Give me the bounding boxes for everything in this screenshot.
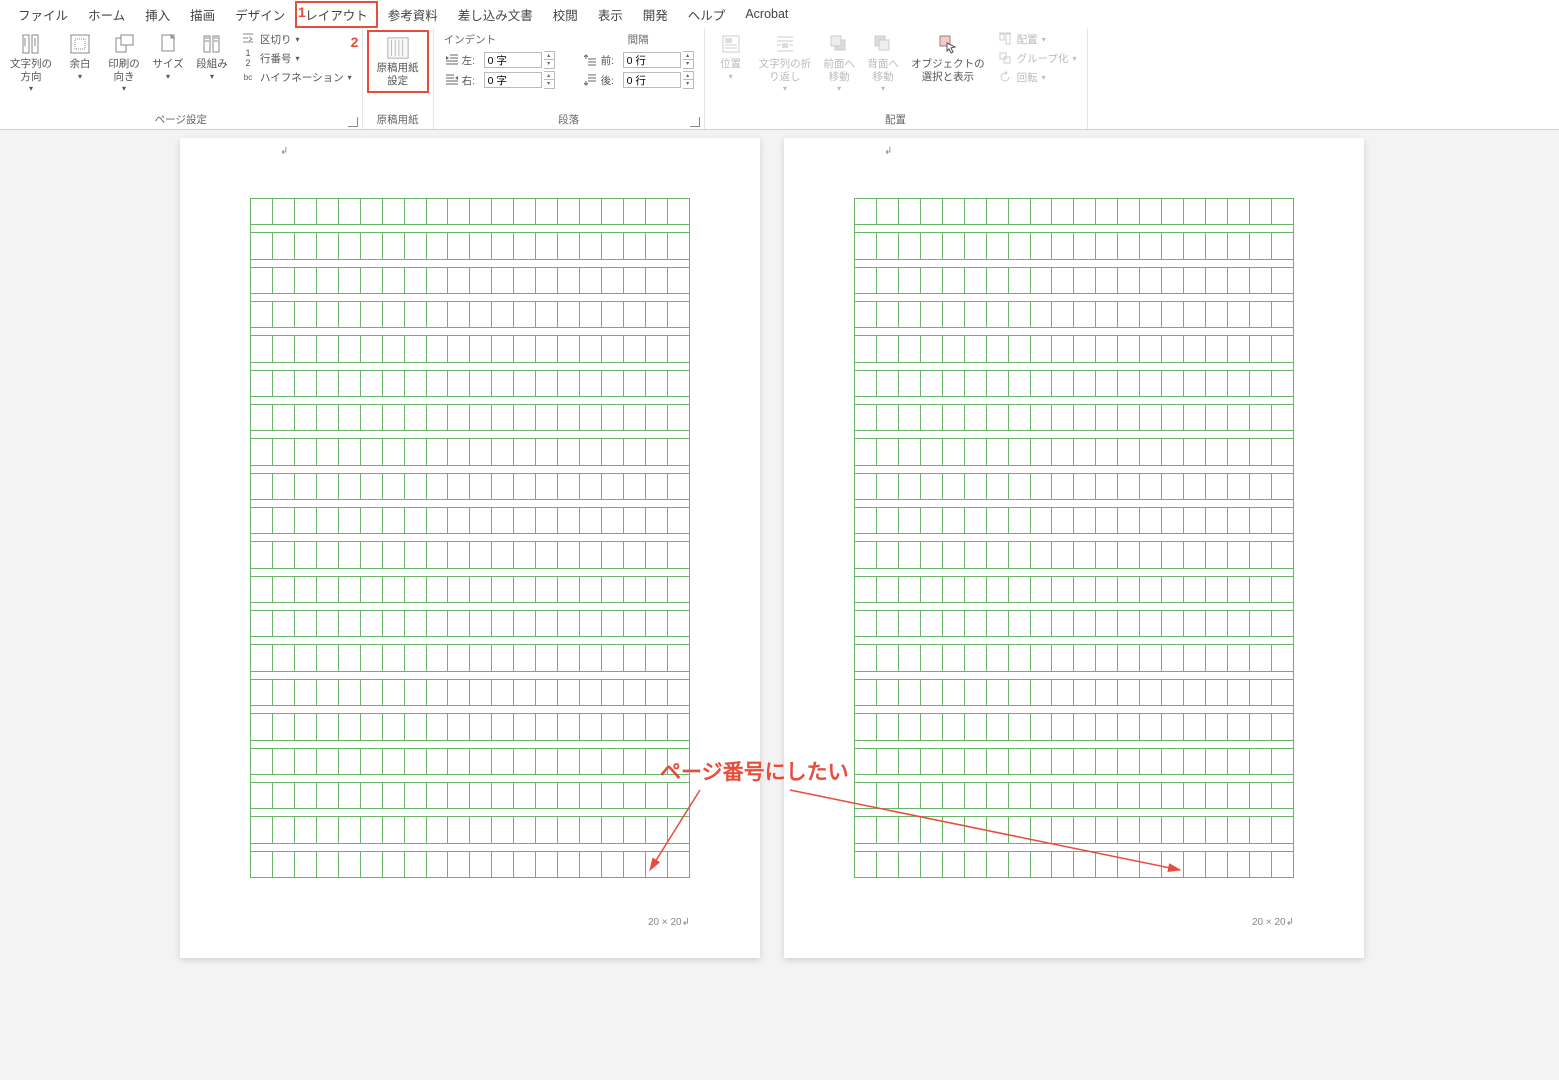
- genko-grid-2: [854, 198, 1294, 878]
- ribbon-group-paragraph: インデント 左: ▴▾ 右: ▴▾ 間隔 前:: [434, 28, 705, 129]
- orientation-icon: [112, 32, 136, 56]
- spacing-after-input[interactable]: [623, 72, 681, 88]
- page-2[interactable]: ↲ 20 × 20↲: [784, 138, 1364, 958]
- spacing-before-row: 前: ▴▾: [583, 51, 694, 69]
- columns-button[interactable]: 段組み ▾: [190, 30, 234, 83]
- wrap-text-icon: [773, 32, 797, 56]
- line-numbers-button[interactable]: 12 行番号▾: [238, 49, 354, 67]
- margins-button[interactable]: 余白 ▾: [58, 30, 102, 83]
- send-backward-icon: [871, 32, 895, 56]
- indent-left-spinner[interactable]: ▴▾: [544, 51, 555, 69]
- wrap-text-button: 文字列の折 り返し▾: [753, 30, 818, 95]
- breaks-icon: [240, 31, 256, 47]
- menu-help[interactable]: ヘルプ: [678, 1, 736, 28]
- indent-left-input[interactable]: [484, 52, 542, 68]
- position-button: 位置▾: [709, 30, 753, 83]
- align-icon: [997, 31, 1013, 47]
- ribbon-group-genko: 2 原稿用紙 設定 原稿用紙: [363, 28, 434, 129]
- indent-right-spinner[interactable]: ▴▾: [544, 71, 555, 89]
- align-button: 配置▾: [995, 30, 1079, 48]
- hyphenation-button[interactable]: bc ハイフネーション▾: [238, 68, 354, 86]
- bring-forward-button: 前面へ 移動▾: [817, 30, 861, 95]
- paragraph-mark-icon: ↲: [884, 146, 892, 157]
- menu-insert[interactable]: 挿入: [135, 1, 180, 28]
- bring-forward-icon: [827, 32, 851, 56]
- selection-pane-button[interactable]: オブジェクトの 選択と表示: [905, 30, 991, 85]
- rotate-button: 回転▾: [995, 68, 1079, 86]
- genko-settings-button[interactable]: 原稿用紙 設定: [367, 30, 429, 93]
- paragraph-launcher-icon[interactable]: [690, 117, 700, 127]
- menu-acrobat[interactable]: Acrobat: [735, 3, 798, 25]
- group-label-arrange: 配置: [705, 110, 1087, 129]
- menu-design[interactable]: デザイン: [225, 1, 295, 28]
- menu-file[interactable]: ファイル: [8, 1, 78, 28]
- line-numbers-icon: 12: [240, 50, 256, 66]
- page-footer-1: 20 × 20↲: [648, 917, 690, 928]
- spacing-before-input[interactable]: [623, 52, 681, 68]
- spacing-after-row: 後: ▴▾: [583, 71, 694, 89]
- rotate-icon: [997, 69, 1013, 85]
- indent-header: インデント: [444, 32, 555, 47]
- genko-grid-1: [250, 198, 690, 878]
- selection-pane-icon: [936, 32, 960, 56]
- menu-mailings[interactable]: 差し込み文書: [448, 1, 543, 28]
- menu-home[interactable]: ホーム: [78, 1, 135, 28]
- genko-icon: [386, 36, 410, 60]
- page-1[interactable]: ↲ 20 × 20↲: [180, 138, 760, 958]
- send-backward-button: 背面へ 移動▾: [861, 30, 905, 95]
- spacing-before-spinner[interactable]: ▴▾: [683, 51, 694, 69]
- text-direction-button[interactable]: 文字列の 方向 ▾: [4, 30, 58, 95]
- document-canvas[interactable]: ↲ 20 × 20↲ ↲ 20 × 20↲ ページ番号にしたい: [0, 130, 1559, 1080]
- breaks-button[interactable]: 区切り▾: [238, 30, 354, 48]
- menu-review[interactable]: 校閲: [543, 1, 588, 28]
- columns-icon: [200, 32, 224, 56]
- hyphenation-icon: bc: [240, 69, 256, 85]
- menu-references[interactable]: 参考資料: [378, 1, 448, 28]
- annotation-text: ページ番号にしたい: [660, 756, 849, 786]
- orientation-button[interactable]: 印刷の 向き ▾: [102, 30, 146, 95]
- size-button[interactable]: サイズ ▾: [146, 30, 190, 83]
- group-label-page-setup: ページ設定: [0, 110, 362, 129]
- paragraph-mark-icon: ↲: [280, 146, 288, 157]
- group-icon: [997, 50, 1013, 66]
- indent-right-icon: [444, 73, 460, 87]
- position-icon: [719, 32, 743, 56]
- menu-developer[interactable]: 開発: [633, 1, 678, 28]
- indent-left-row: 左: ▴▾: [444, 51, 555, 69]
- group-label-genko: 原稿用紙: [363, 110, 433, 129]
- ribbon-group-page-setup: 文字列の 方向 ▾ 余白 ▾ 印刷の 向き ▾: [0, 28, 363, 129]
- ribbon-group-arrange: 位置▾ 文字列の折 り返し▾ 前面へ 移動▾ 背面へ 移動▾ オブジェクトの 選…: [705, 28, 1088, 129]
- page-setup-launcher-icon[interactable]: [348, 117, 358, 127]
- size-icon: [156, 32, 180, 56]
- spacing-before-icon: [583, 53, 599, 67]
- group-button: グループ化▾: [995, 49, 1079, 67]
- page-footer-2: 20 × 20↲: [1252, 917, 1294, 928]
- spacing-after-icon: [583, 73, 599, 87]
- text-direction-icon: [19, 32, 43, 56]
- indent-right-row: 右: ▴▾: [444, 71, 555, 89]
- spacing-header: 間隔: [583, 32, 694, 47]
- menu-layout[interactable]: レイアウト: [295, 1, 378, 28]
- group-label-paragraph: 段落: [434, 110, 704, 129]
- indent-left-icon: [444, 53, 460, 67]
- callout-number-2: 2: [351, 34, 359, 50]
- margins-icon: [68, 32, 92, 56]
- menu-view[interactable]: 表示: [588, 1, 633, 28]
- menu-draw[interactable]: 描画: [180, 1, 225, 28]
- indent-right-input[interactable]: [484, 72, 542, 88]
- spacing-after-spinner[interactable]: ▴▾: [683, 71, 694, 89]
- ribbon: 文字列の 方向 ▾ 余白 ▾ 印刷の 向き ▾: [0, 28, 1559, 130]
- menu-bar: ファイル ホーム 挿入 描画 デザイン 1 レイアウト 参考資料 差し込み文書 …: [0, 0, 1559, 28]
